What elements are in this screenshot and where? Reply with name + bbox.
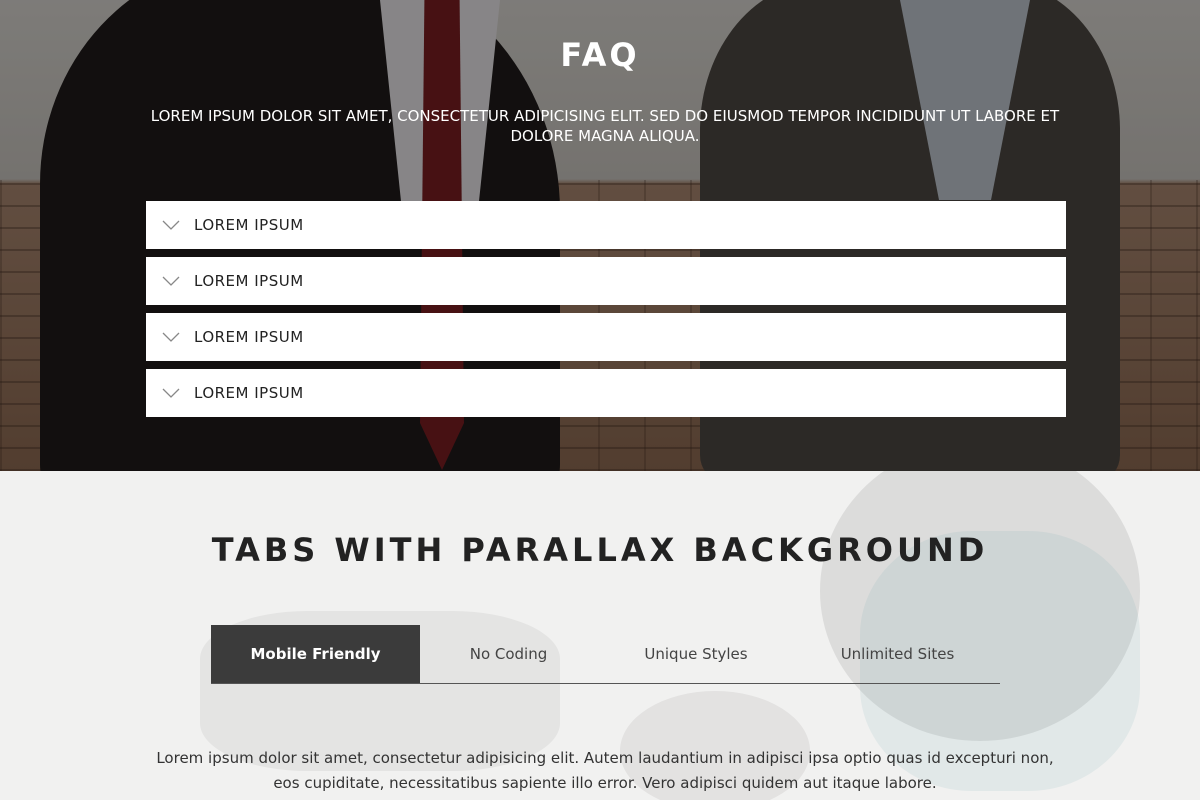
faq-question: LOREM IPSUM xyxy=(194,328,304,346)
tab-unlimited-sites[interactable]: Unlimited Sites xyxy=(795,625,1000,683)
tab-content-text: Lorem ipsum dolor sit amet, consectetur … xyxy=(156,749,1054,792)
faq-accordion: LOREM IPSUM LOREM IPSUM LOREM IPSUM LORE… xyxy=(146,201,1066,425)
chevron-down-icon xyxy=(162,332,180,342)
chevron-down-icon xyxy=(162,276,180,286)
faq-question: LOREM IPSUM xyxy=(194,272,304,290)
chevron-down-icon xyxy=(162,388,180,398)
faq-title: FAQ xyxy=(560,36,640,74)
faq-item[interactable]: LOREM IPSUM xyxy=(146,369,1066,417)
chevron-down-icon xyxy=(162,220,180,230)
faq-item[interactable]: LOREM IPSUM xyxy=(146,313,1066,361)
faq-item[interactable]: LOREM IPSUM xyxy=(146,257,1066,305)
tabs-bar: Mobile Friendly No Coding Unique Styles … xyxy=(211,625,1000,684)
tab-unique-styles[interactable]: Unique Styles xyxy=(597,625,795,683)
faq-item[interactable]: LOREM IPSUM xyxy=(146,201,1066,249)
faq-question: LOREM IPSUM xyxy=(194,384,304,402)
tab-no-coding[interactable]: No Coding xyxy=(420,625,597,683)
faq-question: LOREM IPSUM xyxy=(194,216,304,234)
tab-mobile-friendly[interactable]: Mobile Friendly xyxy=(211,625,420,683)
faq-subtitle: LOREM IPSUM DOLOR SIT AMET, CONSECTETUR … xyxy=(150,107,1060,145)
tabs-section: TABS WITH PARALLAX BACKGROUND Mobile Fri… xyxy=(0,471,1200,800)
faq-section: FAQ LOREM IPSUM DOLOR SIT AMET, CONSECTE… xyxy=(0,0,1200,471)
tabs-section-title: TABS WITH PARALLAX BACKGROUND xyxy=(211,531,989,569)
